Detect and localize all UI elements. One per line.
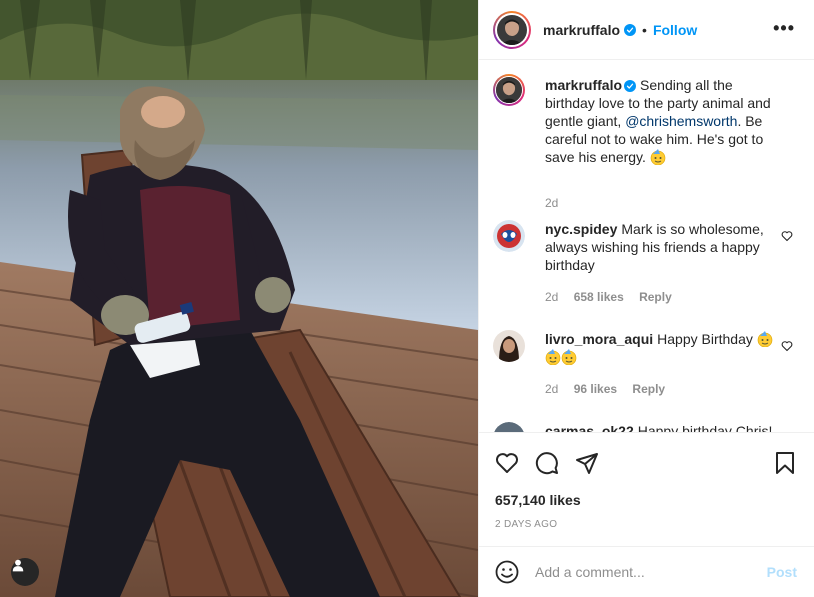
- verified-icon: [624, 80, 637, 92]
- caption-meta: 2d: [545, 196, 570, 210]
- caption-text: markruffalo Sending all the birthday love…: [545, 76, 785, 166]
- comment-body: Happy Birthday: [657, 331, 753, 347]
- comment-icon[interactable]: [535, 451, 559, 475]
- comment-input[interactable]: [535, 563, 755, 581]
- heart-icon[interactable]: [495, 451, 519, 475]
- post-timestamp[interactable]: 2 DAYS AGO: [495, 519, 557, 530]
- comment-item: carmas_ok22 Happy birthday Chris!: [493, 422, 803, 432]
- reply-button[interactable]: Reply: [632, 382, 665, 396]
- comments-list[interactable]: markruffalo Sending all the birthday love…: [479, 60, 814, 432]
- action-bar: 657,140 likes 2 DAYS AGO: [479, 432, 814, 546]
- more-options-button[interactable]: •••: [773, 18, 795, 39]
- header-separator: •: [642, 21, 647, 38]
- post-comment-button[interactable]: Post: [767, 564, 797, 580]
- commenter-avatar[interactable]: [493, 220, 525, 252]
- party-emoji: [545, 349, 561, 365]
- comment-item: nyc.spidey Mark is so wholesome, always w…: [493, 220, 803, 310]
- photo-illustration: [0, 0, 478, 597]
- tag-user-button[interactable]: [11, 558, 39, 586]
- verified-icon: [624, 23, 637, 36]
- avatar-picture: [493, 220, 525, 252]
- author-username[interactable]: markruffalo: [543, 22, 620, 38]
- comment-time: 2d: [545, 382, 559, 396]
- avatar-picture: [494, 422, 524, 432]
- comment-meta: 2d 96 likes Reply: [545, 382, 677, 396]
- bookmark-icon[interactable]: [773, 451, 797, 475]
- avatar-picture: [495, 76, 523, 104]
- comment-composer: Post: [479, 546, 814, 597]
- reply-button[interactable]: Reply: [639, 290, 672, 304]
- post-header: markruffalo • Follow •••: [479, 0, 814, 60]
- likes-count[interactable]: 657,140 likes: [495, 492, 581, 508]
- comment-text: nyc.spidey Mark is so wholesome, always w…: [545, 220, 780, 274]
- caption-time: 2d: [545, 196, 559, 210]
- author-avatar[interactable]: [493, 10, 531, 49]
- comment-like-icon[interactable]: [781, 340, 793, 352]
- avatar-picture: [493, 330, 525, 362]
- comment-text: carmas_ok22 Happy birthday Chris!: [545, 422, 780, 432]
- mention-link[interactable]: @chrishemsworth: [625, 113, 737, 129]
- follow-button[interactable]: Follow: [653, 22, 697, 38]
- comment-like-icon[interactable]: [781, 230, 793, 242]
- tag-user-icon: [12, 559, 24, 572]
- share-icon[interactable]: [575, 451, 599, 475]
- commenter-avatar[interactable]: [493, 330, 525, 362]
- avatar-picture: [497, 14, 527, 45]
- comment-item: livro_mora_aqui Happy Birthday 2d 96 like…: [493, 330, 803, 402]
- post-side-panel: markruffalo • Follow ••• markruffalo Sen…: [478, 0, 814, 597]
- comment-text: livro_mora_aqui Happy Birthday: [545, 330, 780, 366]
- comment-body: Happy birthday Chris!: [637, 423, 773, 432]
- comment-time: 2d: [545, 290, 559, 304]
- comment-username[interactable]: nyc.spidey: [545, 221, 617, 237]
- comment-meta: 2d 658 likes Reply: [545, 290, 684, 304]
- caption: markruffalo Sending all the birthday love…: [493, 74, 803, 210]
- commenter-avatar[interactable]: [493, 422, 525, 432]
- post-photo[interactable]: [0, 0, 478, 597]
- party-emoji: [561, 349, 577, 365]
- comment-username[interactable]: carmas_ok22: [545, 423, 634, 432]
- party-emoji: [757, 331, 773, 347]
- emoji-icon[interactable]: [495, 560, 519, 584]
- comment-username[interactable]: livro_mora_aqui: [545, 331, 653, 347]
- caption-username[interactable]: markruffalo: [545, 77, 622, 93]
- instagram-post: markruffalo • Follow ••• markruffalo Sen…: [0, 0, 814, 597]
- comment-likes[interactable]: 96 likes: [574, 382, 617, 396]
- comment-likes[interactable]: 658 likes: [574, 290, 624, 304]
- party-emoji: [650, 149, 666, 165]
- caption-avatar[interactable]: [493, 74, 525, 106]
